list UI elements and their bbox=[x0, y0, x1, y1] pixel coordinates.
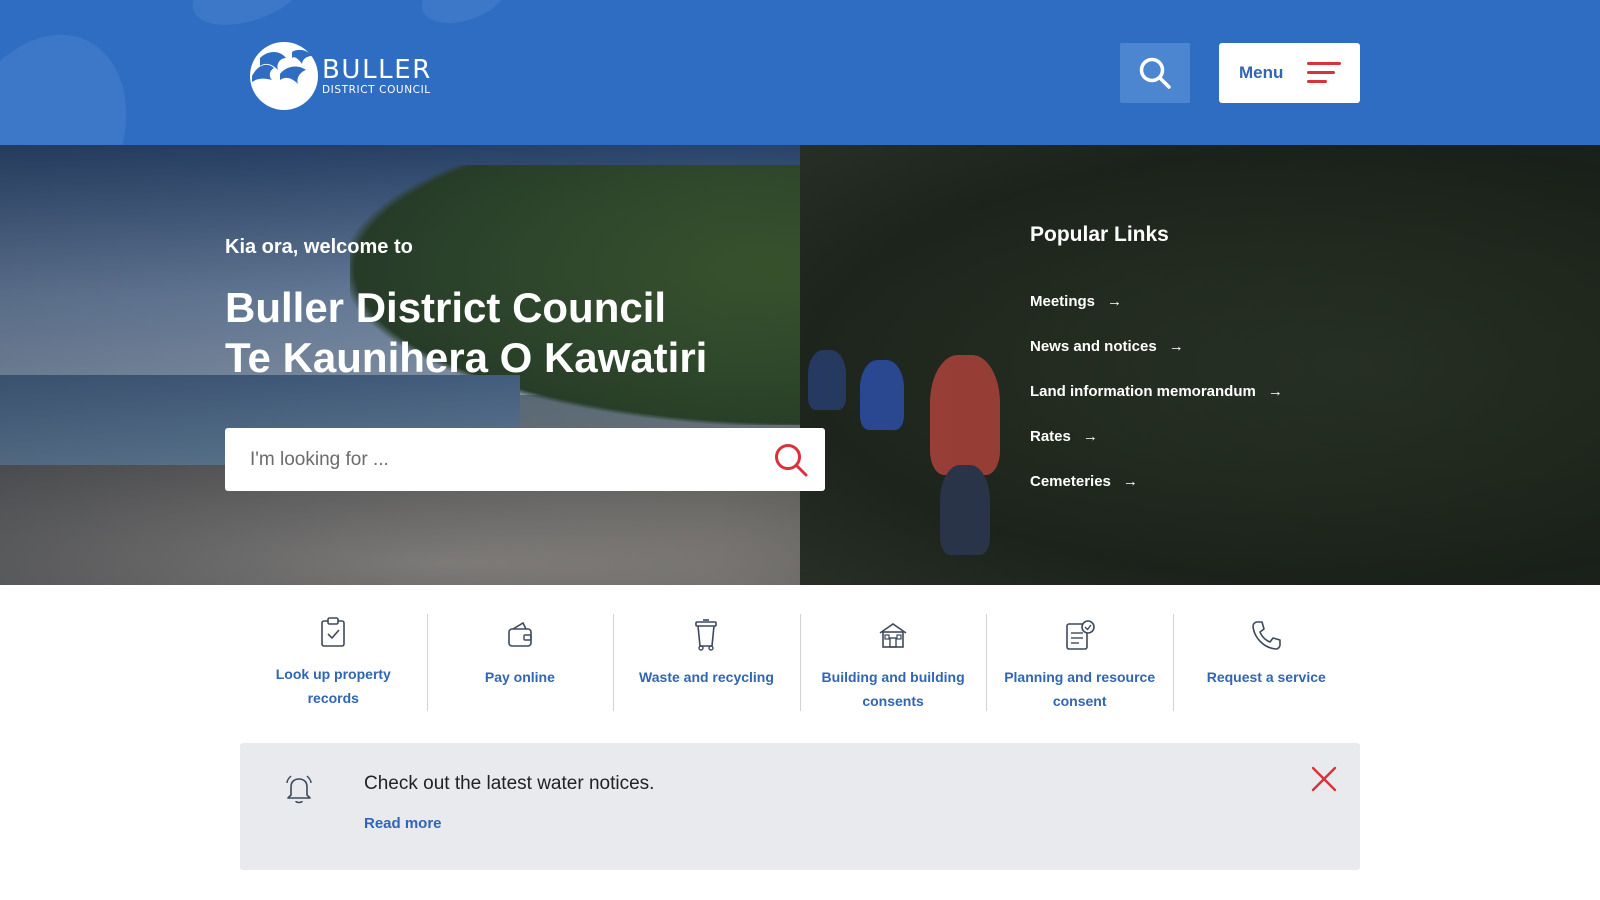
hamburger-icon bbox=[1307, 61, 1342, 85]
arrow-right-icon: → bbox=[1107, 293, 1123, 310]
header-search-button[interactable] bbox=[1120, 43, 1190, 103]
wallet-icon bbox=[508, 621, 532, 647]
page-title: Buller District Council Te Kaunihera O K… bbox=[225, 283, 707, 383]
quick-link-label: Request a service bbox=[1206, 669, 1326, 685]
title-line-1: Buller District Council bbox=[225, 284, 667, 331]
quick-link-property-records[interactable]: Look up property records bbox=[240, 610, 427, 715]
popular-link-label: Meetings bbox=[1030, 293, 1096, 310]
popular-link-label: Rates bbox=[1030, 428, 1071, 445]
read-more-link[interactable]: Read more bbox=[364, 815, 442, 832]
header-decoration bbox=[0, 6, 159, 145]
menu-label: Menu bbox=[1239, 63, 1284, 82]
search-icon[interactable] bbox=[773, 442, 809, 478]
quick-link-label: Waste and recycling bbox=[639, 669, 774, 685]
popular-link-cemeteries[interactable]: Cemeteries → bbox=[1030, 459, 1283, 504]
popular-link-label: Land information memorandum bbox=[1030, 383, 1256, 400]
header-decoration bbox=[414, 0, 516, 34]
quick-link-label: Building and building consents bbox=[821, 669, 965, 709]
popular-links-heading: Popular Links bbox=[1030, 223, 1169, 246]
water-notice-alert: Check out the latest water notices. Read… bbox=[240, 743, 1360, 870]
search-placeholder: I'm looking for ... bbox=[250, 448, 389, 470]
logo-wave-icon bbox=[250, 42, 318, 110]
quick-link-request-service[interactable]: Request a service bbox=[1172, 610, 1360, 715]
quick-link-label: Pay online bbox=[484, 669, 555, 685]
clipboard-check-icon bbox=[321, 617, 346, 647]
popular-link-label: News and notices bbox=[1030, 338, 1157, 355]
bin-icon bbox=[695, 619, 718, 651]
quick-links: Look up property records Pay online Wast… bbox=[240, 610, 1360, 715]
search-icon bbox=[1139, 57, 1171, 89]
popular-link-news[interactable]: News and notices → bbox=[1030, 324, 1283, 369]
hero-banner: Kia ora, welcome to Buller District Coun… bbox=[0, 145, 1600, 585]
popular-link-lim[interactable]: Land information memorandum → bbox=[1030, 369, 1283, 414]
quick-link-label: Planning and resource consent bbox=[1004, 669, 1156, 709]
logo-line-2: DISTRICT COUNCIL bbox=[322, 84, 431, 96]
bell-icon bbox=[286, 775, 312, 804]
house-icon bbox=[879, 623, 907, 648]
header-decoration bbox=[183, 0, 317, 39]
logo-text: BULLER DISTRICT COUNCIL bbox=[322, 57, 432, 97]
quick-link-label: Look up property records bbox=[275, 666, 391, 706]
popular-link-label: Cemeteries bbox=[1030, 473, 1111, 490]
title-line-2: Te Kaunihera O Kawatiri bbox=[225, 334, 708, 381]
quick-link-waste-recycling[interactable]: Waste and recycling bbox=[613, 610, 800, 715]
popular-link-rates[interactable]: Rates → bbox=[1030, 414, 1283, 459]
site-logo[interactable]: BULLER DISTRICT COUNCIL bbox=[246, 34, 436, 114]
menu-button[interactable]: Menu bbox=[1219, 43, 1360, 103]
document-check-icon bbox=[1065, 620, 1095, 650]
notice-message: Check out the latest water notices. bbox=[364, 773, 655, 794]
arrow-right-icon: → bbox=[1168, 338, 1184, 355]
site-search-input[interactable]: I'm looking for ... bbox=[225, 428, 825, 491]
arrow-right-icon: → bbox=[1267, 383, 1283, 400]
quick-link-pay-online[interactable]: Pay online bbox=[426, 610, 614, 715]
logo-line-1: BULLER bbox=[322, 55, 432, 85]
arrow-right-icon: → bbox=[1082, 428, 1098, 445]
quick-link-planning-consent[interactable]: Planning and resource consent bbox=[986, 610, 1173, 715]
popular-links: Popular Links Meetings → News and notice… bbox=[1030, 223, 1283, 504]
popular-link-meetings[interactable]: Meetings → bbox=[1030, 279, 1283, 324]
arrow-right-icon: → bbox=[1122, 473, 1138, 490]
welcome-text: Kia ora, welcome to bbox=[225, 236, 413, 258]
quick-link-building-consents[interactable]: Building and building consents bbox=[799, 610, 987, 715]
phone-icon bbox=[1252, 621, 1282, 650]
close-icon[interactable] bbox=[1310, 765, 1338, 793]
site-header: BULLER DISTRICT COUNCIL Menu bbox=[0, 0, 1600, 145]
